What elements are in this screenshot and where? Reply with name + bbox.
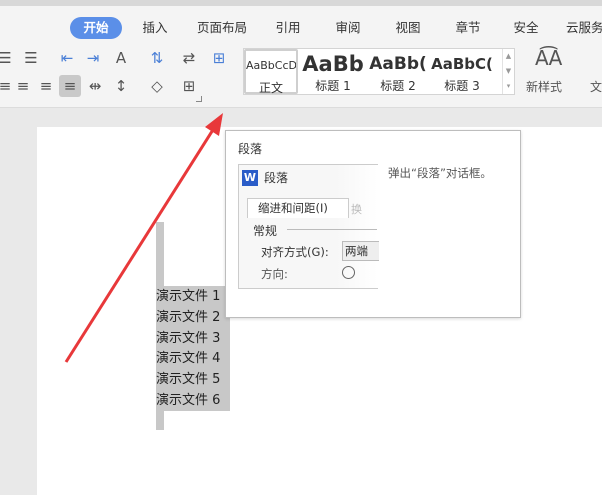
arrow-head xyxy=(205,113,223,136)
red-arrow-annotation xyxy=(64,113,223,363)
arrow-shaft xyxy=(64,124,218,363)
